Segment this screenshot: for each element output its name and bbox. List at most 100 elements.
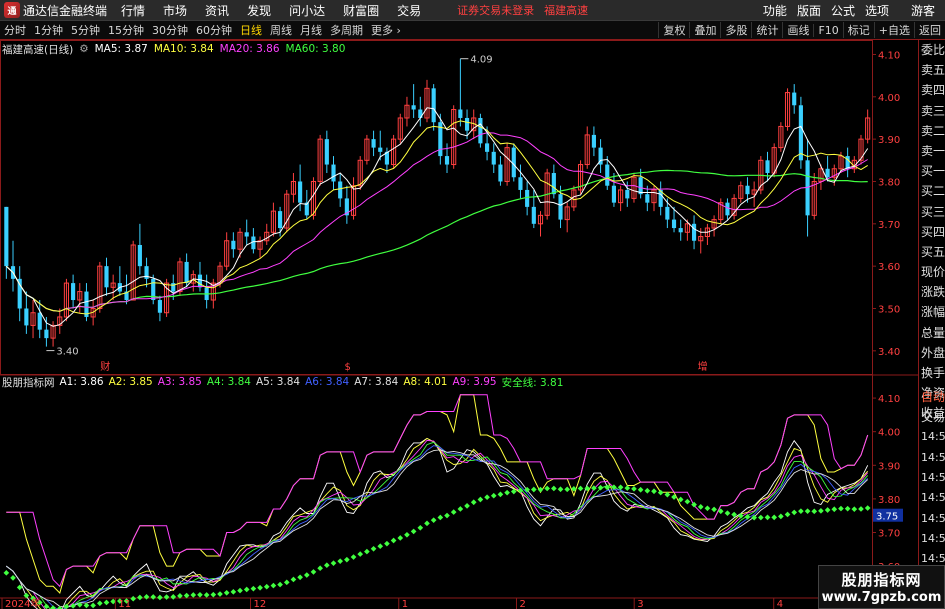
safety-line-dot [484, 494, 490, 501]
price-tick-label: 3.90 [878, 135, 900, 146]
trade-label[interactable]: 交易 [919, 407, 945, 427]
safety-line-dot [217, 591, 223, 597]
safety-line-dot [290, 576, 297, 583]
candle-body [444, 156, 450, 165]
safety-line-dot [724, 510, 731, 517]
settings-gear-icon[interactable]: ⚙ [79, 43, 88, 55]
period-tab-5min[interactable]: 5分钟 [67, 22, 104, 38]
safety-line-dot [283, 579, 290, 586]
multi-stock-button[interactable]: 多股 [720, 22, 751, 38]
side-panel-item[interactable]: 涨跌 [919, 282, 945, 302]
safety-line-dot [96, 600, 103, 607]
statistics-button[interactable]: 统计 [751, 22, 782, 38]
adjust-button[interactable]: 复权 [658, 22, 689, 38]
sub-current-value: 3.75 [876, 512, 898, 523]
indicator-title: 股朋指标网 [2, 376, 55, 389]
side-panel-item[interactable]: 总量 [919, 323, 945, 343]
menu-item-wealth-circle[interactable]: 财富圈 [343, 2, 379, 19]
period-tab-15min[interactable]: 15分钟 [104, 22, 148, 38]
side-panel-item[interactable]: 现价 [919, 262, 945, 282]
safety-line-dot [263, 583, 270, 590]
candle-body [418, 109, 423, 118]
menu-item-discover[interactable]: 发现 [247, 2, 271, 19]
side-panel-item[interactable]: 卖一 [919, 141, 945, 161]
indicator-legend: 股朋指标网 A1: 3.86 A2: 3.85 A3: 3.85 A4: 3.8… [2, 375, 568, 389]
safety-line-dot [851, 506, 858, 512]
period-tab-intraday[interactable]: 分时 [0, 22, 30, 38]
safety-line-dot [450, 509, 457, 515]
side-panel-item[interactable]: 委比 [919, 40, 945, 60]
safety-line-dot [530, 486, 537, 493]
period-tab-weekly[interactable]: 周线 [266, 22, 296, 38]
quote-side-panel: 委比 卖五 卖四 卖三 卖二 卖一 买一 买二 买三 买四 买五 现价 涨跌 涨幅 总量 外盘 换手 净资 收益 自… [918, 40, 945, 609]
safety-line-dot [337, 558, 344, 564]
safety-line-dot [464, 503, 470, 509]
menu-item-layout[interactable]: 版面 [797, 2, 821, 19]
safety-line-dot [437, 514, 444, 521]
menu-item-market[interactable]: 市场 [163, 2, 187, 19]
side-panel-item[interactable]: 买五 [919, 242, 945, 262]
login-notice[interactable]: 证券交易未登录 [457, 2, 534, 18]
candle-body [665, 206, 670, 220]
side-panel-item[interactable]: 换手 [919, 363, 945, 383]
safety-line-dot [330, 560, 337, 567]
side-panel-item[interactable]: 卖五 [919, 60, 945, 80]
safety-line-dot [784, 511, 791, 518]
side-panel-item[interactable]: 卖二 [919, 121, 945, 141]
menu-item-functions[interactable]: 功能 [763, 2, 787, 19]
safety-line-dot [811, 508, 818, 515]
candle-body [725, 202, 730, 216]
safety-line-dot [651, 488, 657, 495]
safety-line-dot [778, 513, 784, 520]
period-tab-more[interactable]: 更多 › [367, 22, 405, 38]
f10-button[interactable]: F10 [813, 23, 842, 37]
safety-line-dot [591, 485, 597, 491]
side-panel-item[interactable]: 买四 [919, 222, 945, 242]
period-tab-multi[interactable]: 多周期 [326, 22, 367, 38]
legend-a9: A9: 3.95 [452, 376, 497, 388]
high-marker-label: 4.09 [470, 55, 492, 66]
kline-chart[interactable]: 4.10 4.00 3.90 3.80 3.70 3.60 3.50 3.40 4.09 3.40… [0, 40, 918, 609]
candle-body [645, 194, 650, 203]
auto-trade-label[interactable]: 自动 [919, 387, 945, 407]
safety-line-dot [137, 594, 143, 601]
menu-item-trade[interactable]: 交易 [397, 2, 421, 19]
menu-item-formula[interactable]: 公式 [831, 2, 855, 19]
side-panel-item[interactable]: 卖四 [919, 80, 945, 100]
side-panel-item[interactable]: 买二 [919, 181, 945, 201]
safety-line-dot [624, 485, 631, 491]
price-tick-label: 3.60 [878, 262, 900, 273]
menu-item-ask[interactable]: 问小达 [289, 2, 325, 19]
side-panel-item[interactable]: 外盘 [919, 343, 945, 363]
period-tab-30min[interactable]: 30分钟 [148, 22, 192, 38]
period-tab-monthly[interactable]: 月线 [296, 22, 326, 38]
candle-body [278, 211, 283, 229]
draw-line-button[interactable]: 画线 [782, 22, 813, 38]
guest-user[interactable]: 游客 [911, 2, 935, 19]
period-tab-daily[interactable]: 日线 [236, 22, 266, 38]
side-panel-item[interactable]: 买三 [919, 202, 945, 222]
side-panel-item[interactable]: 买一 [919, 161, 945, 181]
chevron-right-icon: › [393, 24, 401, 37]
legend-ma60: MA60: 3.80 [285, 43, 346, 55]
candle-body [24, 308, 29, 326]
time-tick-label: 1 [402, 599, 408, 609]
overlay-button[interactable]: 叠加 [689, 22, 720, 38]
legend-a2: A2: 3.85 [108, 376, 153, 388]
candle-body [464, 117, 470, 131]
add-watchlist-button[interactable]: +自选 [873, 22, 914, 38]
mark-button[interactable]: 标记 [842, 22, 874, 38]
sub-tick-label: 3.90 [878, 461, 900, 472]
safety-line-dot [490, 492, 497, 499]
candle-body [611, 185, 617, 203]
period-tab-1min[interactable]: 1分钟 [30, 22, 67, 38]
menu-item-news[interactable]: 资讯 [205, 2, 229, 19]
back-button[interactable]: 返回 [914, 22, 945, 38]
safety-line-dot [864, 505, 871, 511]
period-tab-60min[interactable]: 60分钟 [192, 22, 236, 38]
side-panel-item[interactable]: 卖三 [919, 101, 945, 121]
side-panel-item[interactable]: 涨幅 [919, 302, 945, 322]
menu-item-quotes[interactable]: 行情 [121, 2, 145, 19]
menu-item-options[interactable]: 选项 [865, 2, 889, 19]
candle-body [71, 283, 76, 301]
